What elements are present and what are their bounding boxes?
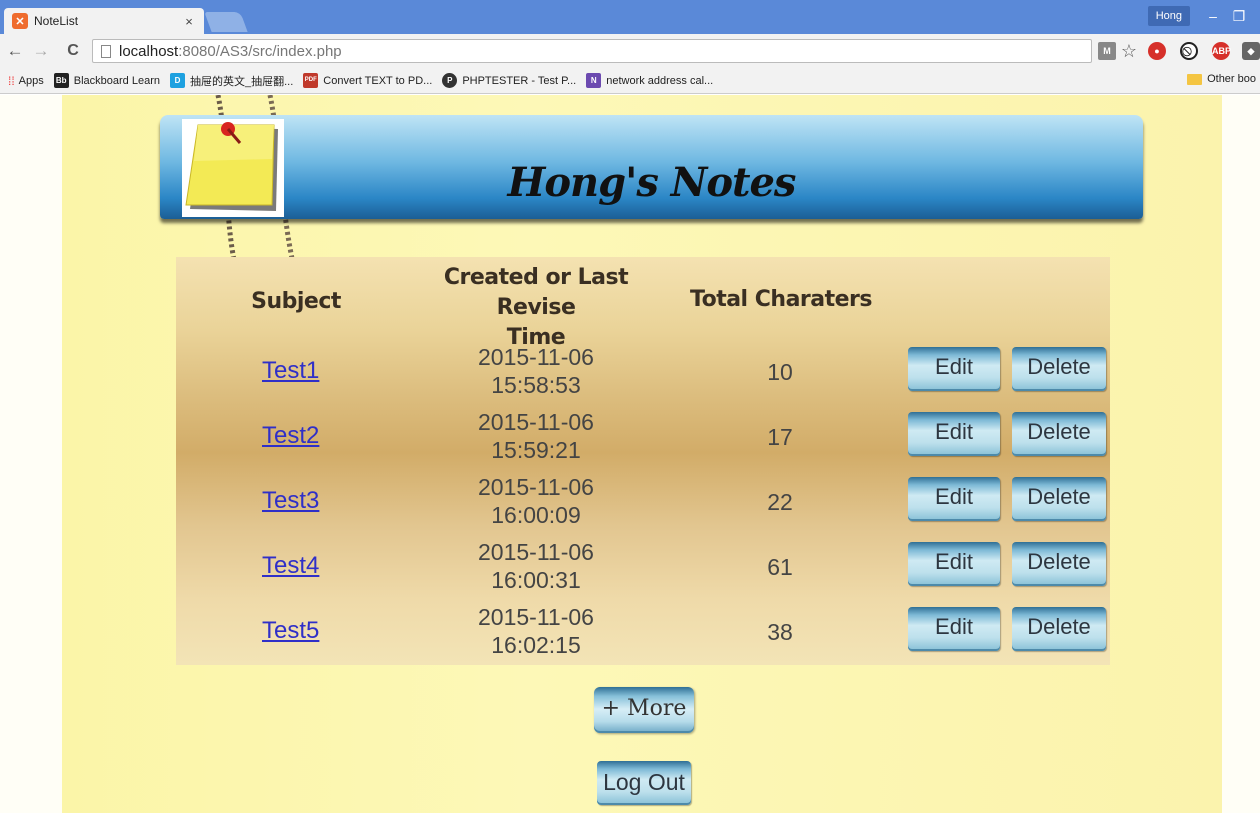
delete-button[interactable]: Delete [1012, 347, 1106, 391]
url-host: localhost [119, 42, 179, 60]
browser-tab[interactable]: ✕ NoteList × [4, 8, 204, 34]
page-body: Hong's Notes Subject Created or Last Rev… [0, 95, 1260, 813]
tab-close-icon[interactable]: × [180, 14, 198, 29]
edit-button[interactable]: Edit [908, 347, 1000, 391]
bookmark-convert-pdf[interactable]: PDF Convert TEXT to PD... [303, 73, 432, 88]
logout-button[interactable]: Log Out [597, 761, 691, 805]
edit-button[interactable]: Edit [908, 412, 1000, 456]
edit-button[interactable]: Edit [908, 477, 1000, 521]
bookmark-dictionary[interactable]: D 抽屉的英文_抽屉翻... [169, 73, 293, 89]
page-title: Hong's Notes [507, 159, 797, 206]
bookmark-apps[interactable]: ⁞⁞ Apps [8, 74, 44, 88]
restore-icon[interactable]: ❐ [1228, 6, 1250, 26]
network-calc-icon: N [586, 73, 602, 88]
edit-button[interactable]: Edit [908, 607, 1000, 651]
bookmark-network-calc[interactable]: N network address cal... [586, 73, 713, 88]
profile-button[interactable]: Hong [1147, 6, 1190, 26]
page-icon [101, 44, 111, 58]
adblock-plus-icon[interactable]: ABP [1212, 42, 1231, 60]
folder-icon [1187, 73, 1203, 85]
header-banner: Hong's Notes [160, 115, 1143, 219]
forward-icon[interactable]: → [30, 41, 52, 61]
dictionary-icon: D [169, 73, 185, 88]
subject-link[interactable]: Test3 [262, 487, 319, 515]
bookmarks-bar: ⁞⁞ Apps Bb Blackboard Learn D 抽屉的英文_抽屉翻.… [0, 68, 1260, 94]
subject-link[interactable]: Test1 [262, 357, 319, 385]
minimize-icon[interactable]: – [1202, 6, 1224, 26]
chars-cell: 10 [767, 359, 793, 385]
back-icon[interactable]: ← [4, 41, 26, 61]
chars-cell: 22 [767, 489, 793, 515]
phptester-icon: P [442, 73, 458, 88]
url-path: :8080/AS3/src/index.php [178, 42, 342, 60]
shield-extension-icon[interactable]: ◆ [1242, 42, 1260, 60]
table-row: Test3 2015-11-06 16:00:09 22 Edit Delete [176, 469, 1110, 534]
apps-grid-icon: ⁞⁞ [8, 73, 15, 88]
delete-button[interactable]: Delete [1012, 542, 1106, 586]
chars-cell: 17 [767, 424, 793, 450]
edit-button[interactable]: Edit [908, 542, 1000, 586]
delete-button[interactable]: Delete [1012, 477, 1106, 521]
bookmark-other[interactable]: Other boo [1187, 73, 1256, 85]
time-cell: 2015-11-06 16:00:31 [478, 539, 594, 593]
table-row: Test2 2015-11-06 15:59:21 17 Edit Delete [176, 404, 1110, 469]
delete-button[interactable]: Delete [1012, 607, 1106, 651]
browser-toolbar: ← → C localhost:8080/AS3/src/index.php M… [0, 34, 1260, 68]
new-tab-button[interactable] [204, 12, 248, 32]
time-cell: 2015-11-06 16:02:15 [478, 604, 594, 658]
reload-icon[interactable]: C [62, 41, 84, 61]
more-button[interactable]: + More [594, 687, 694, 733]
time-cell: 2015-11-06 15:59:21 [478, 409, 594, 463]
block-extension-icon[interactable]: ⃠ [1180, 42, 1198, 60]
column-header-subject: Subject [251, 289, 341, 314]
tab-title: NoteList [34, 14, 79, 28]
time-cell: 2015-11-06 15:58:53 [478, 344, 594, 398]
chars-cell: 38 [767, 619, 793, 645]
time-cell: 2015-11-06 16:00:09 [478, 474, 594, 528]
extension-m-icon[interactable]: M [1098, 42, 1116, 60]
stop-extension-icon[interactable]: ● [1148, 42, 1166, 60]
browser-tab-strip: ✕ NoteList × Hong – ❐ [0, 0, 1260, 34]
address-bar[interactable]: localhost:8080/AS3/src/index.php [92, 39, 1092, 63]
subject-link[interactable]: Test5 [262, 617, 319, 645]
notelist-favicon-icon: ✕ [12, 13, 28, 29]
table-row: Test5 2015-11-06 16:02:15 38 Edit Delete [176, 599, 1110, 664]
subject-link[interactable]: Test4 [262, 552, 319, 580]
blackboard-icon: Bb [53, 73, 69, 88]
bookmark-star-icon[interactable]: ☆ [1118, 41, 1140, 61]
table-row: Test1 2015-11-06 15:58:53 10 Edit Delete [176, 339, 1110, 404]
bookmark-phptester[interactable]: P PHPTESTER - Test P... [442, 73, 576, 88]
pdf-icon: PDF [303, 73, 319, 88]
subject-link[interactable]: Test2 [262, 422, 319, 450]
table-row: Test4 2015-11-06 16:00:31 61 Edit Delete [176, 534, 1110, 599]
notes-table: Subject Created or Last Revise Time Tota… [176, 257, 1110, 665]
chars-cell: 61 [767, 554, 793, 580]
column-header-chars: Total Charaters [690, 287, 873, 312]
bookmark-blackboard[interactable]: Bb Blackboard Learn [53, 73, 160, 88]
delete-button[interactable]: Delete [1012, 412, 1106, 456]
